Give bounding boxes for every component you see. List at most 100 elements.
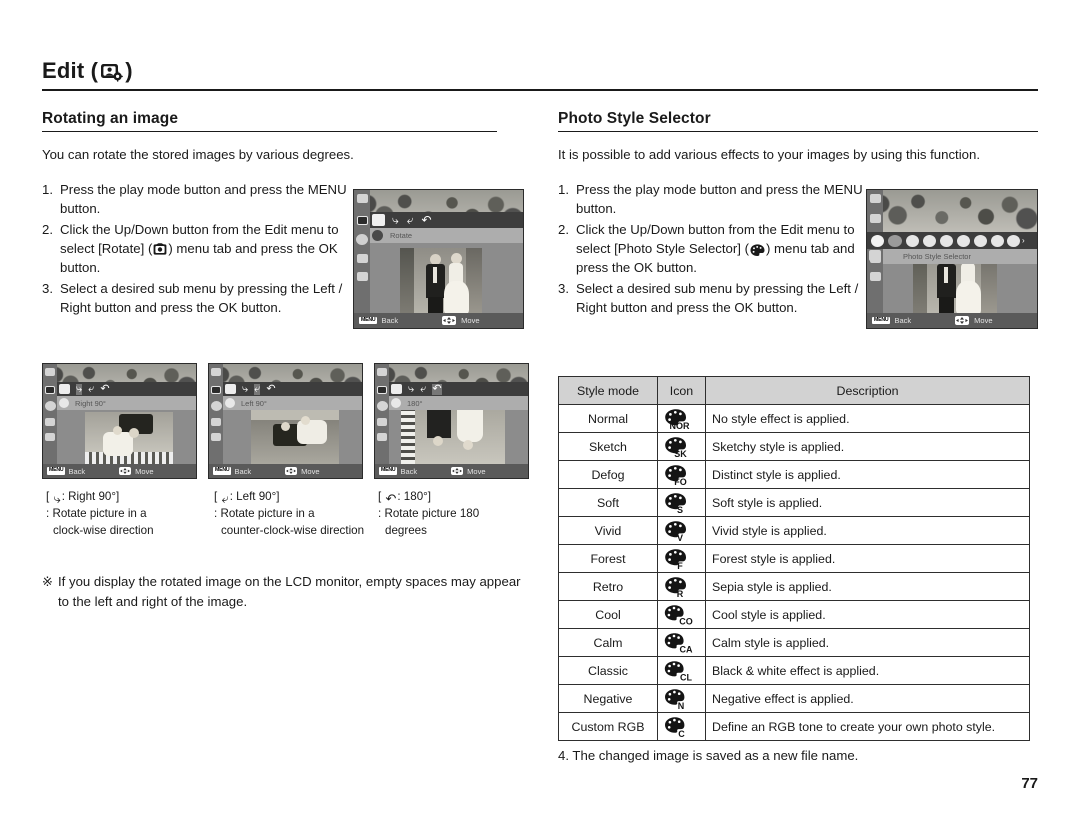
lcd-tab-resize-icon (870, 194, 881, 203)
step-text: Select a desired sub menu by pressing th… (576, 280, 859, 316)
lcd-tab-effect-icon[interactable] (357, 272, 368, 281)
lcd-back-label: Back (894, 316, 912, 325)
cell-icon: R (657, 572, 706, 601)
rotate-180-icon: ↶ (385, 491, 397, 506)
four-way-pad-icon[interactable] (119, 467, 132, 475)
cell-style-mode: Classic (558, 656, 658, 685)
lcd-option-rotate-tab[interactable] (391, 384, 402, 394)
lcd-bottom-bar: MENU Back Move (375, 464, 528, 478)
lcd-tab-rotate-icon[interactable] (211, 386, 221, 394)
rotate-180-icon[interactable]: ↶ (421, 214, 431, 226)
rotate-right-icon[interactable]: ⤷ (408, 383, 414, 395)
lcd-option-rotate-tab[interactable] (59, 384, 70, 394)
svg-text:C: C (678, 729, 685, 738)
cell-style-mode: Custom RGB (558, 712, 658, 741)
lcd-thumb-right90: ⤷ ⤶ ↶ Right 90° MENU Back Move (42, 363, 197, 479)
lcd-tab-style-icon[interactable] (869, 250, 881, 261)
rotate-left-icon[interactable]: ⤶ (407, 214, 414, 226)
lcd-back-label: Back (381, 316, 399, 325)
style-tab-f[interactable] (974, 234, 987, 247)
lcd-tab-effect-icon[interactable] (377, 433, 387, 441)
style-tab-s[interactable] (940, 234, 953, 247)
lcd-tab-adjust-icon[interactable] (211, 418, 221, 426)
lcd-tab-style-icon[interactable] (211, 401, 222, 411)
lcd-submenu-label-text: Right 90° (75, 398, 106, 408)
menu-button-chip[interactable]: MENU (213, 467, 232, 475)
svg-text:FO: FO (674, 477, 687, 486)
palette-f-icon: F (664, 548, 699, 570)
style-tab-sk[interactable] (906, 234, 919, 247)
lcd-tab-adjust-icon[interactable] (357, 254, 368, 263)
lcd-menu-label-text: Rotate (390, 231, 413, 240)
style-tab-nor[interactable] (888, 234, 902, 247)
lcd-photo-preview (400, 248, 482, 314)
rotate-180-icon[interactable]: ↶ (432, 383, 442, 395)
table-row: Soft S Soft style is applied. (558, 488, 1030, 517)
palette-r-icon: R (664, 576, 699, 598)
lcd-tab-style-icon[interactable] (45, 401, 56, 411)
cell-icon: SK (657, 432, 706, 461)
style-tab-fo[interactable] (923, 234, 936, 247)
caption-bracket-open: [ (378, 490, 385, 503)
rotate-right-icon[interactable]: ⤷ (76, 383, 83, 395)
chapter-title-suffix: ) (125, 58, 133, 83)
edit-photo-icon (100, 63, 124, 82)
menu-button-chip[interactable]: MENU (47, 467, 66, 475)
lcd-tab-resize-icon (377, 368, 387, 376)
lcd-tab-style-icon[interactable] (356, 234, 368, 245)
palette-cl-icon: CL (664, 660, 699, 682)
rotate-left-icon[interactable]: ⤶ (254, 383, 261, 395)
lcd-option-rotate-tab[interactable] (225, 384, 236, 394)
rotate-180-icon[interactable]: ↶ (266, 383, 275, 395)
style-tab-v[interactable] (957, 234, 970, 247)
style-tab-co[interactable] (1007, 234, 1020, 247)
lcd-tab-rotate-icon[interactable] (377, 386, 387, 394)
cell-style-mode: Defog (558, 460, 658, 489)
palette-c-icon: C (664, 716, 699, 738)
palette-icon-selected[interactable] (871, 234, 884, 247)
menu-button-chip[interactable]: MENU (379, 467, 398, 475)
cell-description: Distinct style is applied. (705, 460, 1030, 489)
left-column: Rotating an image You can rotate the sto… (42, 110, 526, 329)
lcd-option-rotate-tab[interactable] (372, 214, 385, 226)
four-way-pad-icon[interactable] (451, 467, 464, 475)
lcd-tab-adjust-icon[interactable] (377, 418, 387, 426)
style-tab-r[interactable] (991, 234, 1004, 247)
lcd-tab-rotate-icon[interactable] (870, 214, 881, 223)
four-way-pad-icon[interactable] (285, 467, 298, 475)
caption-head-text: : 180°] (397, 490, 432, 503)
cell-description: Vivid style is applied. (705, 516, 1030, 545)
lcd-move-label: Move (467, 466, 486, 476)
lcd-tab-effect-icon[interactable] (211, 433, 221, 441)
rotate-right-icon[interactable]: ⤷ (392, 214, 399, 226)
four-way-pad-icon[interactable] (442, 316, 457, 325)
svg-text:S: S (677, 505, 683, 514)
lcd-tab-adjust-icon[interactable] (45, 418, 55, 426)
palette-co-icon: CO (664, 604, 699, 626)
chevron-right-icon[interactable]: › (1022, 236, 1025, 245)
lcd-thumb-left90: ⤷ ⤶ ↶ Left 90° MENU Back Move (208, 363, 363, 479)
table-row: Vivid V Vivid style is applied. (558, 516, 1030, 545)
rotate-right-icon[interactable]: ⤷ (242, 383, 248, 395)
lcd-back-label: Back (400, 466, 418, 476)
table-row: Sketch SK Sketchy style is applied. (558, 432, 1030, 461)
lcd-tab-style-icon[interactable] (377, 401, 388, 411)
lcd-tab-rotate-icon[interactable] (357, 216, 368, 225)
rotate-left-icon[interactable]: ⤶ (420, 383, 426, 395)
caption-180: [ ↶: 180°] : Rotate picture 180 degrees (378, 489, 528, 539)
svg-text:V: V (677, 533, 683, 542)
column-header-description: Description (705, 376, 1030, 405)
lcd-tab-effect-icon[interactable] (870, 272, 881, 281)
lcd-tab-effect-icon[interactable] (45, 433, 55, 441)
lcd-back-label: Back (234, 466, 252, 476)
menu-button-chip[interactable]: MENU (359, 316, 378, 325)
lcd-tab-rotate-icon[interactable] (45, 386, 55, 394)
rotate-180-icon[interactable]: ↶ (100, 383, 109, 395)
four-way-pad-icon[interactable] (955, 316, 970, 325)
svg-text:R: R (677, 589, 684, 598)
rotate-left-icon[interactable]: ⤶ (88, 383, 94, 395)
cell-icon: V (657, 516, 706, 545)
lcd-back-label: Back (68, 466, 86, 476)
cell-description: Define an RGB tone to create your own ph… (705, 712, 1030, 741)
menu-button-chip[interactable]: MENU (872, 316, 891, 325)
